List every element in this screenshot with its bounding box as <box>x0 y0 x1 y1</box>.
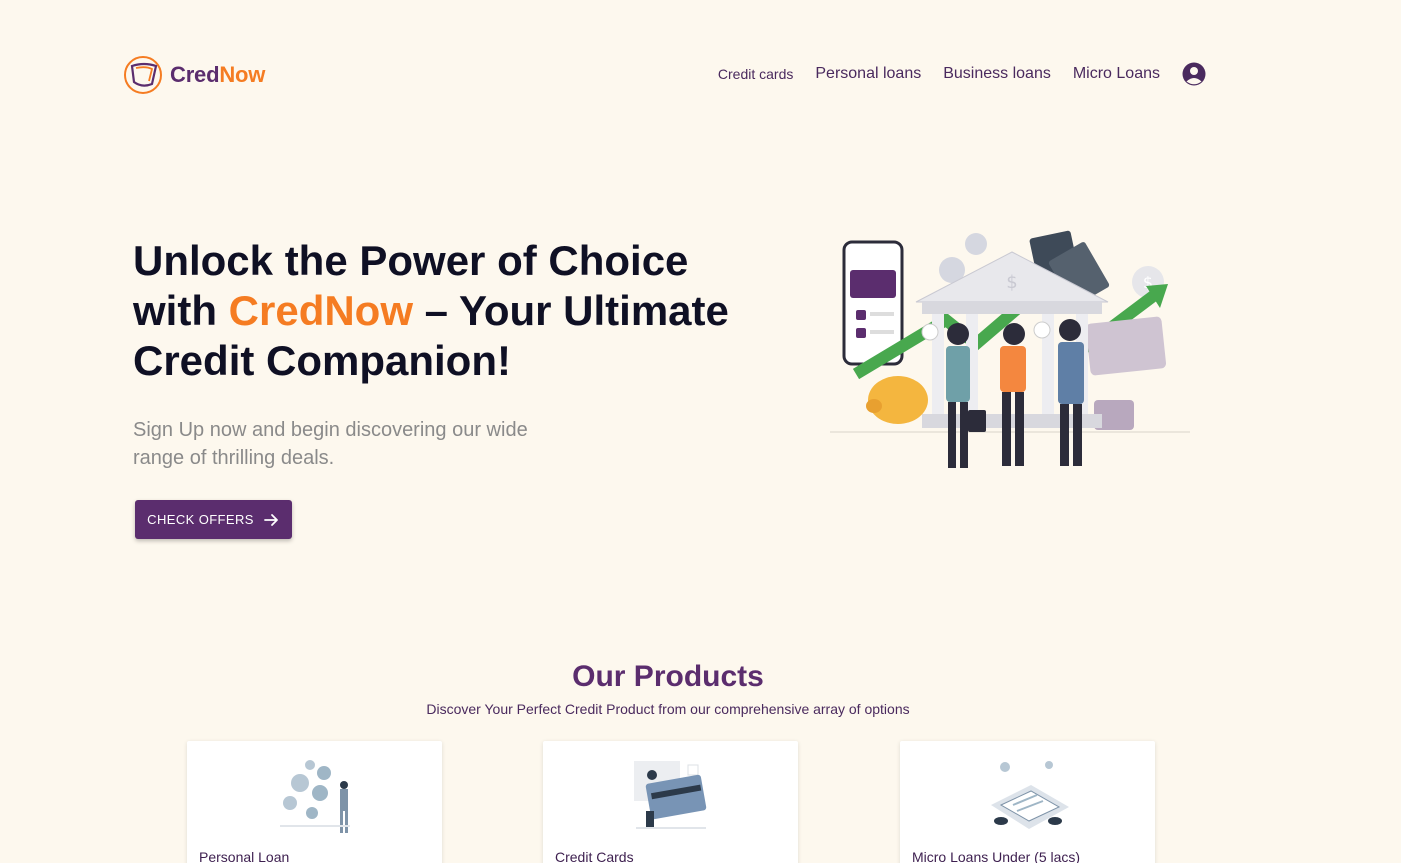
check-offers-button[interactable]: CHECK OFFERS <box>135 500 292 539</box>
main-nav: Credit cards Personal loans Business loa… <box>696 60 1206 88</box>
logo[interactable]: CredNow <box>122 54 265 96</box>
product-card-micro-loans[interactable]: Micro Loans Under (5 lacs) <box>900 741 1155 863</box>
user-circle-icon[interactable] <box>1182 62 1206 86</box>
crednow-logo-icon <box>124 56 162 94</box>
product-card-personal-loan[interactable]: Personal Loan <box>187 741 442 863</box>
hero-brand: CredNow <box>228 287 414 334</box>
credit-cards-illustration <box>633 761 706 829</box>
nav-personal-loans[interactable]: Personal loans <box>815 65 921 83</box>
product-card-label: Personal Loan <box>199 849 290 863</box>
product-card-label: Credit Cards <box>555 849 634 863</box>
nav-micro-loans[interactable]: Micro Loans <box>1073 65 1160 83</box>
nav-business-loans[interactable]: Business loans <box>943 65 1051 83</box>
products-title: Our Products <box>572 660 764 693</box>
product-card-credit-cards[interactable]: Credit Cards <box>543 741 798 863</box>
nav-credit-cards[interactable]: Credit cards <box>718 66 793 82</box>
hero-title: Unlock the Power of Choice with CredNow … <box>133 237 729 384</box>
arrow-right-icon <box>263 513 278 526</box>
personal-loan-illustration <box>279 760 350 833</box>
hero-subtitle: Sign Up now and begin discovering our wi… <box>133 419 528 469</box>
product-card-label: Micro Loans Under (5 lacs) <box>912 849 1081 863</box>
micro-loans-illustration <box>990 761 1069 829</box>
hero-bank-illustration: $ $ <box>830 230 1190 468</box>
logo-text: CredNow <box>170 62 266 87</box>
svg-text:$: $ <box>1006 272 1017 293</box>
products-subtitle: Discover Your Perfect Credit Product fro… <box>426 701 910 717</box>
